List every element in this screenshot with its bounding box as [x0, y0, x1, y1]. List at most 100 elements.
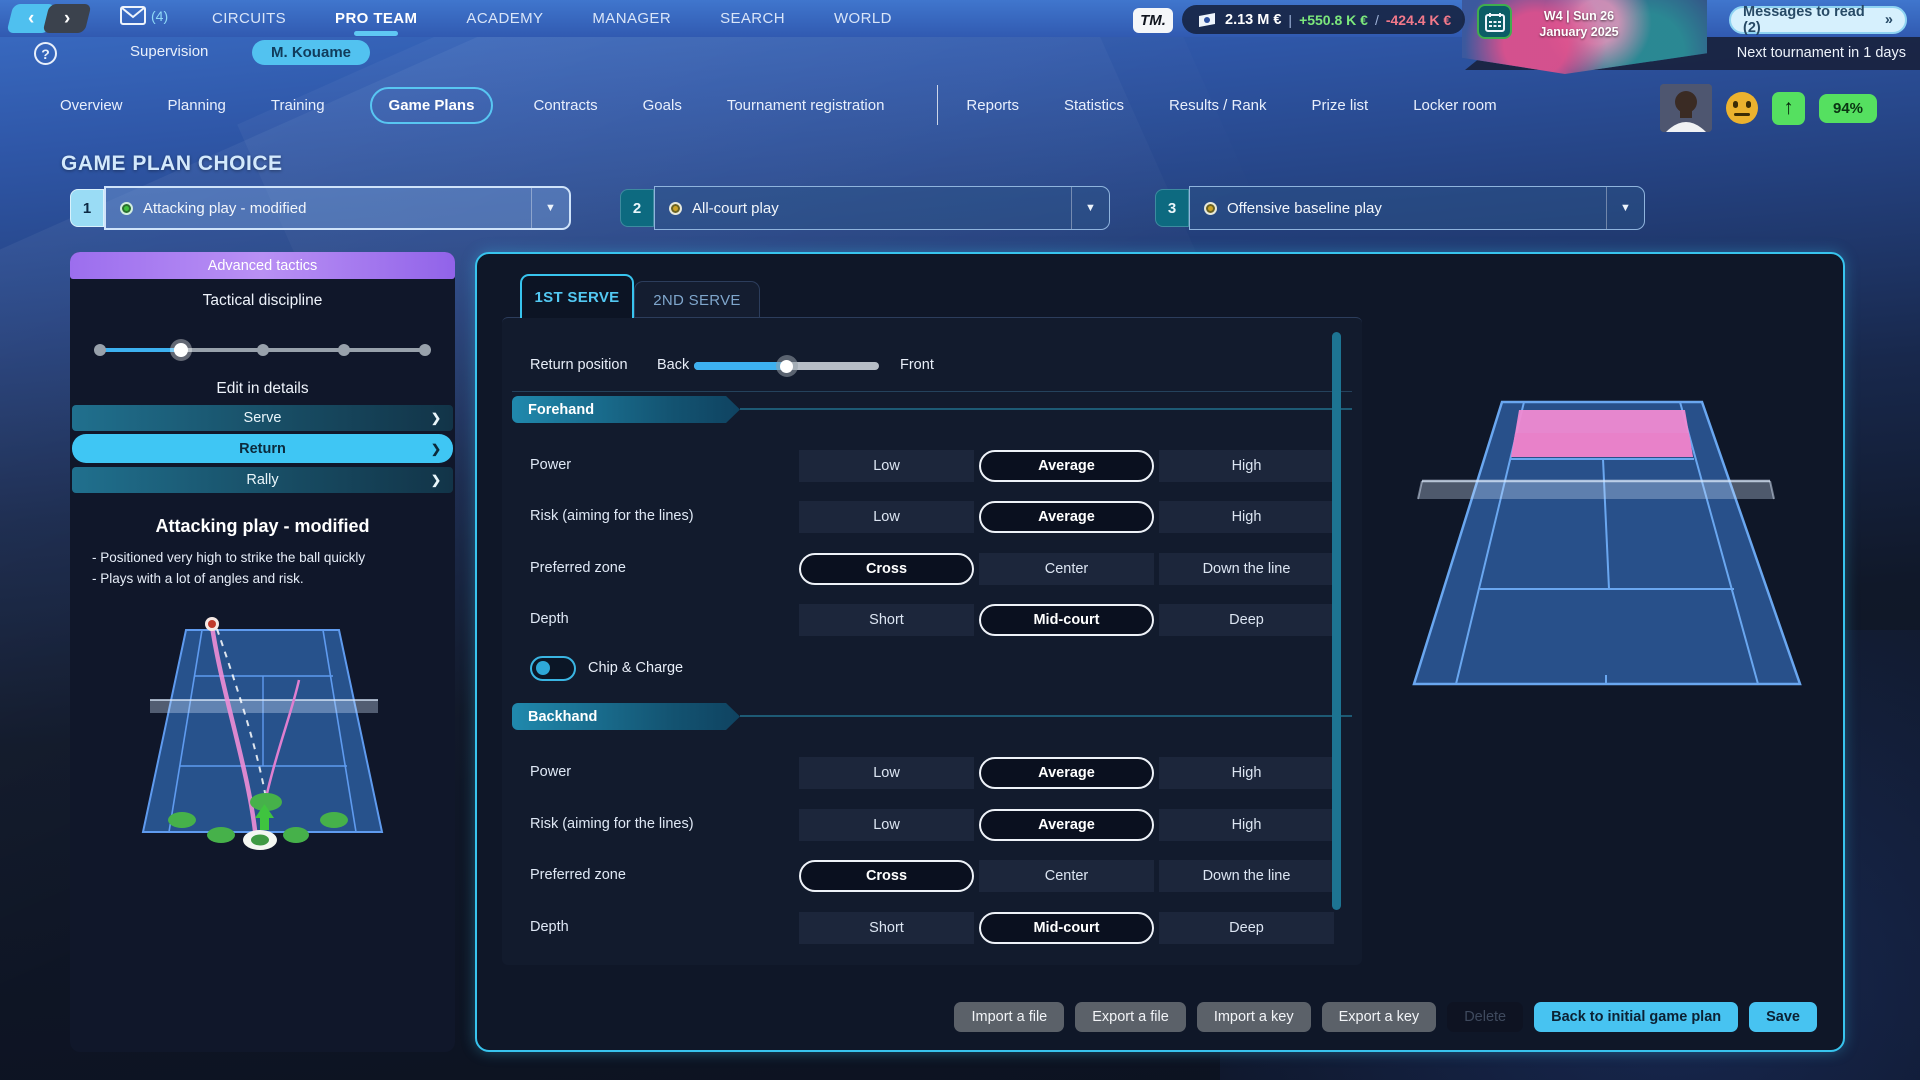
option-forehand-depth-mid-court[interactable]: Mid-court	[979, 604, 1154, 636]
backhand-power-row: Power Low Average High	[502, 757, 1362, 789]
nav-world[interactable]: WORLD	[834, 10, 892, 27]
tactical-discipline-slider[interactable]	[100, 340, 425, 360]
tab-supervision[interactable]: Supervision	[130, 43, 208, 60]
return-position-slider[interactable]	[694, 359, 879, 373]
calendar-button[interactable]	[1477, 4, 1512, 39]
form-up-button[interactable]: ↑	[1772, 92, 1805, 125]
tab-game-plans[interactable]: Game Plans	[370, 87, 494, 124]
tab-player[interactable]: M. Kouame	[252, 40, 370, 65]
option-backhand-risk-average[interactable]: Average	[979, 809, 1154, 841]
tab-training[interactable]: Training	[271, 97, 325, 114]
tab-planning[interactable]: Planning	[168, 97, 226, 114]
forward-button[interactable]: ›	[42, 4, 91, 33]
row-label: Power	[530, 457, 571, 473]
option-backhand-risk-high[interactable]: High	[1159, 809, 1334, 841]
money-icon	[1196, 12, 1218, 28]
chip-charge-toggle[interactable]	[530, 656, 576, 681]
plan-name: Offensive baseline play	[1227, 200, 1382, 217]
rally-details-button[interactable]: Rally ❯	[72, 467, 453, 493]
nav-circuits[interactable]: CIRCUITS	[212, 10, 286, 27]
tab-overview[interactable]: Overview	[60, 97, 123, 114]
serve-details-button[interactable]: Serve ❯	[72, 405, 453, 431]
tab-contracts[interactable]: Contracts	[533, 97, 597, 114]
back-to-initial-button[interactable]: Back to initial game plan	[1534, 1002, 1738, 1032]
mood-mouth	[1734, 113, 1750, 116]
tab-prize-list[interactable]: Prize list	[1312, 97, 1369, 114]
advanced-tactics-panel: Advanced tactics Tactical discipline Edi…	[70, 252, 455, 1052]
nav-academy[interactable]: ACADEMY	[466, 10, 543, 27]
mood-icon[interactable]	[1726, 92, 1758, 124]
option-forehand-depth-deep[interactable]: Deep	[1159, 604, 1334, 636]
settings-scrollbar[interactable]	[1332, 332, 1341, 910]
tab-tournament-registration[interactable]: Tournament registration	[727, 97, 885, 114]
option-forehand-power-average[interactable]: Average	[979, 450, 1154, 482]
nav-pro-team[interactable]: PRO TEAM	[335, 10, 417, 27]
slider-handle[interactable]	[170, 339, 192, 361]
option-backhand-zone-down-the-line[interactable]: Down the line	[1159, 860, 1334, 892]
option-backhand-risk-low[interactable]: Low	[799, 809, 974, 841]
import-file-button[interactable]: Import a file	[954, 1002, 1064, 1032]
avatar[interactable]	[1660, 84, 1712, 132]
game-date: W4 | Sun 26 January 2025	[1524, 9, 1634, 40]
slot-number: 1	[70, 189, 104, 227]
calendar-icon	[1485, 12, 1505, 32]
chevron-down-icon[interactable]: ▼	[531, 188, 569, 228]
option-backhand-power-average[interactable]: Average	[979, 757, 1154, 789]
chevron-down-icon[interactable]: ▼	[1606, 187, 1644, 229]
option-forehand-power-high[interactable]: High	[1159, 450, 1334, 482]
tab-goals[interactable]: Goals	[643, 97, 682, 114]
game-plan-dropdown-3[interactable]: Offensive baseline play ▼	[1189, 186, 1645, 230]
import-key-button[interactable]: Import a key	[1197, 1002, 1311, 1032]
serve-settings-area: Return position Back Front Forehand Powe…	[502, 317, 1362, 965]
return-details-button[interactable]: Return ❯	[72, 434, 453, 463]
tab-second-serve[interactable]: 2ND SERVE	[634, 281, 760, 318]
row-label: Depth	[530, 611, 569, 627]
option-backhand-depth-deep[interactable]: Deep	[1159, 912, 1334, 944]
game-plan-dropdown-1[interactable]: Attacking play - modified ▼	[104, 186, 571, 230]
option-backhand-zone-cross[interactable]: Cross	[799, 860, 974, 892]
tab-results-rank[interactable]: Results / Rank	[1169, 97, 1267, 114]
tab-statistics[interactable]: Statistics	[1064, 97, 1124, 114]
slider-step[interactable]	[257, 344, 269, 356]
help-button[interactable]: ?	[34, 42, 57, 65]
option-backhand-depth-short[interactable]: Short	[799, 912, 974, 944]
option-forehand-risk-low[interactable]: Low	[799, 501, 974, 533]
main-nav: CIRCUITS PRO TEAM ACADEMY MANAGER SEARCH…	[212, 0, 892, 37]
chevron-right-icon: ❯	[431, 411, 441, 425]
messages-button[interactable]: Messages to read (2) »	[1729, 6, 1907, 34]
slider-step[interactable]	[94, 344, 106, 356]
game-plan-slot-1: 1 Attacking play - modified ▼	[70, 186, 571, 230]
fitness-badge: 94%	[1819, 94, 1877, 123]
option-backhand-power-high[interactable]: High	[1159, 757, 1334, 789]
option-forehand-depth-short[interactable]: Short	[799, 604, 974, 636]
option-backhand-depth-mid-court[interactable]: Mid-court	[979, 912, 1154, 944]
export-file-button[interactable]: Export a file	[1075, 1002, 1186, 1032]
nav-search[interactable]: SEARCH	[720, 10, 785, 27]
option-backhand-power-low[interactable]: Low	[799, 757, 974, 789]
tab-locker-room[interactable]: Locker room	[1413, 97, 1496, 114]
slider-step[interactable]	[338, 344, 350, 356]
slider-step[interactable]	[419, 344, 431, 356]
export-key-button[interactable]: Export a key	[1322, 1002, 1437, 1032]
section-header-line	[740, 408, 1352, 410]
help-icon: ?	[41, 46, 50, 62]
nav-manager[interactable]: MANAGER	[592, 10, 671, 27]
option-forehand-risk-average[interactable]: Average	[979, 501, 1154, 533]
slider-handle[interactable]	[776, 355, 798, 377]
option-forehand-zone-center[interactable]: Center	[979, 553, 1154, 585]
option-backhand-zone-center[interactable]: Center	[979, 860, 1154, 892]
tab-first-serve[interactable]: 1ST SERVE	[520, 274, 634, 318]
separator: |	[1288, 12, 1292, 28]
game-plan-dropdown-2[interactable]: All-court play ▼	[654, 186, 1110, 230]
save-button[interactable]: Save	[1749, 1002, 1817, 1032]
mail-button[interactable]: (4)	[120, 6, 168, 25]
option-forehand-zone-down-the-line[interactable]: Down the line	[1159, 553, 1334, 585]
finance-summary[interactable]: 2.13 M € | +550.8 K € / -424.4 K €	[1182, 5, 1465, 34]
option-forehand-zone-cross[interactable]: Cross	[799, 553, 974, 585]
option-forehand-risk-high[interactable]: High	[1159, 501, 1334, 533]
tab-reports[interactable]: Reports	[966, 97, 1019, 114]
option-forehand-power-low[interactable]: Low	[799, 450, 974, 482]
chevron-down-icon[interactable]: ▼	[1071, 187, 1109, 229]
plan-description: - Positioned very high to strike the bal…	[92, 548, 437, 590]
delete-button[interactable]: Delete	[1447, 1002, 1523, 1032]
